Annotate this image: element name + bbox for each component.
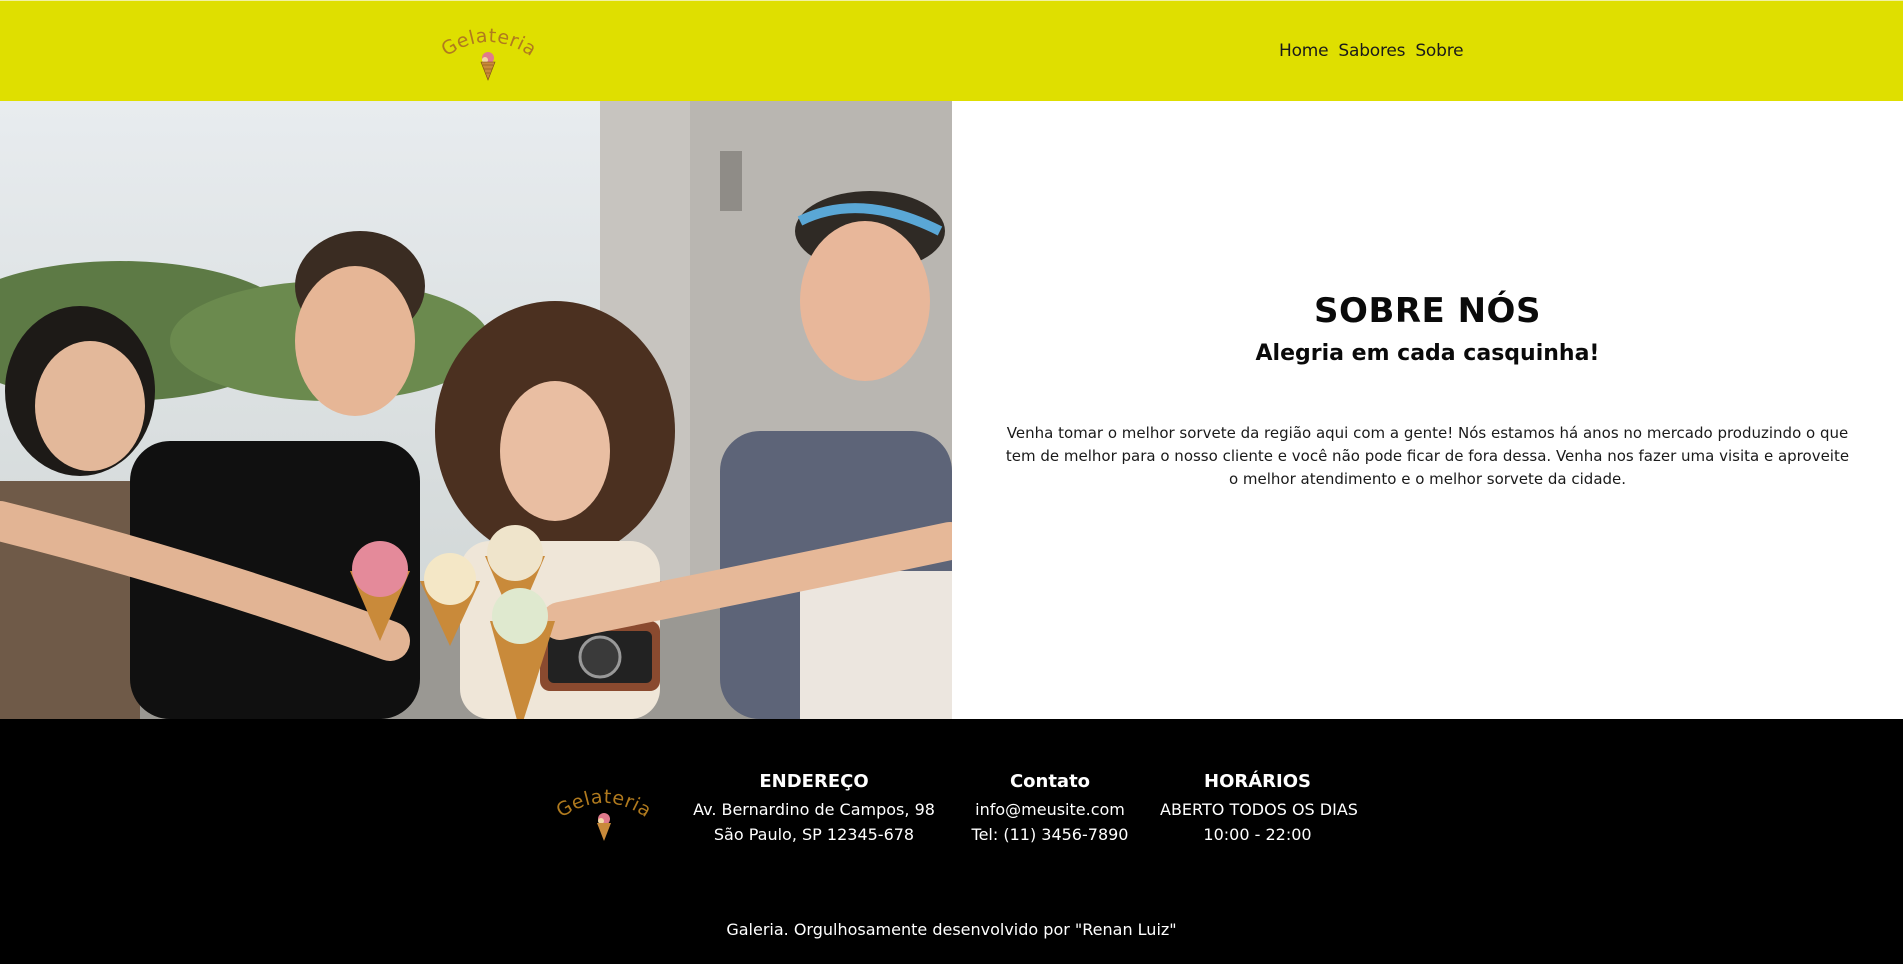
site-footer: Gelateria ENDEREÇO Av. Bernardino de Cam… <box>0 719 1903 964</box>
footer-contact: Contato info@meusite.com Tel: (11) 3456-… <box>970 771 1130 847</box>
footer-hours: HORÁRIOS ABERTO TODOS OS DIAS 10:00 - 22… <box>1160 771 1358 847</box>
nav-sobre[interactable]: Sobre <box>1415 41 1463 61</box>
address-line2: São Paulo, SP 12345-678 <box>713 825 915 844</box>
hours-line2: 10:00 - 22:00 <box>1203 825 1312 844</box>
contact-phone: Tel: (11) 3456-7890 <box>971 825 1129 844</box>
hours-title: HORÁRIOS <box>1204 771 1311 792</box>
footer-address: ENDEREÇO Av. Bernardino de Campos, 98 Sã… <box>690 771 938 847</box>
hours-line1: ABERTO TODOS OS DIAS <box>1160 800 1358 819</box>
footer-credits: Galeria. Orgulhosamente desenvolvido por… <box>726 920 1177 939</box>
about-subtitle: Alegria em cada casquinha! <box>1255 341 1600 366</box>
nav-sabores[interactable]: Sabores <box>1338 41 1405 61</box>
address-title: ENDEREÇO <box>759 771 869 792</box>
about-text: Venha tomar o melhor sorvete da região a… <box>1005 424 1850 488</box>
contact-title: Contato <box>1009 771 1091 792</box>
ice-cream-icon <box>597 813 611 841</box>
footer-logo-wordmark: Gelateria <box>553 786 655 841</box>
friends-with-ice-cream-image <box>0 101 952 719</box>
footer-logo[interactable]: Gelateria <box>553 781 655 843</box>
contact-email[interactable]: info@meusite.com <box>970 797 1130 822</box>
about-title: SOBRE NÓS <box>1314 291 1541 331</box>
hero-photo <box>0 101 952 719</box>
brand-logo[interactable]: Gelateria <box>440 23 536 81</box>
nav-home[interactable]: Home <box>1279 41 1329 61</box>
address-line1: Av. Bernardino de Campos, 98 <box>693 800 935 819</box>
site-header: Gelateria Home Sabores Sobre <box>0 0 1903 101</box>
main-nav: Home Sabores Sobre <box>1279 41 1464 61</box>
ice-cream-icon <box>480 52 496 81</box>
about-section: SOBRE NÓS Alegria em cada casquinha! Ven… <box>952 101 1903 719</box>
